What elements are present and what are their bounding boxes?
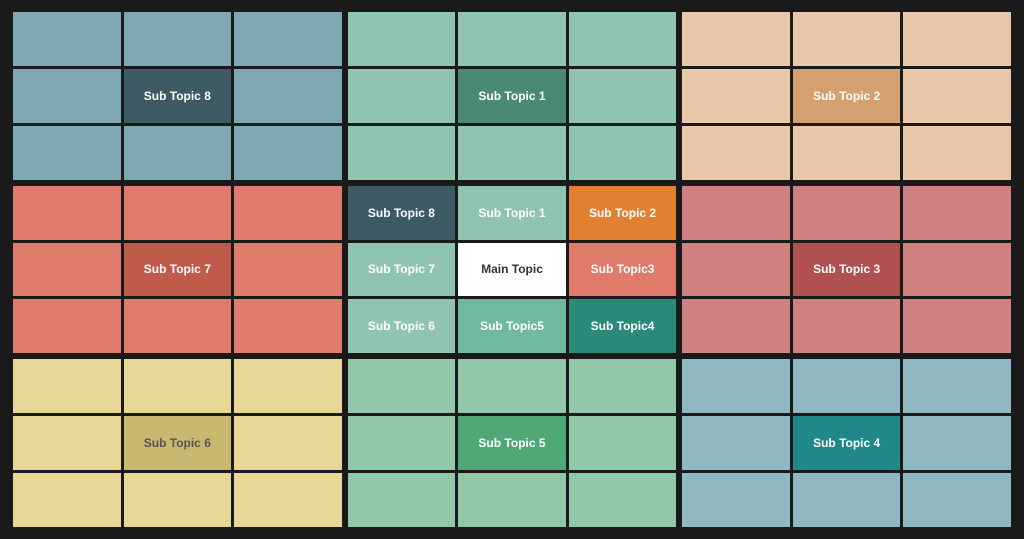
cell (234, 416, 342, 470)
cell (569, 473, 677, 527)
sub-topic-8-label: Sub Topic 8 (124, 69, 232, 123)
cell (234, 299, 342, 353)
cell (13, 473, 121, 527)
cell (348, 69, 456, 123)
cell (124, 299, 232, 353)
cell (903, 243, 1011, 297)
cell (903, 12, 1011, 66)
mc-sub7: Sub Topic 7 (348, 243, 456, 297)
cell (124, 12, 232, 66)
cell (793, 12, 901, 66)
section-sub-topic-5: Sub Topic 5 (348, 359, 677, 527)
cell (569, 12, 677, 66)
mc-sub1: Sub Topic 1 (458, 186, 566, 240)
section-sub-topic-7: Sub Topic 7 (13, 186, 342, 354)
cell (458, 126, 566, 180)
section-sub-topic-3: Sub Topic 3 (682, 186, 1011, 354)
cell (682, 126, 790, 180)
sub-topic-1-label: Sub Topic 1 (458, 69, 566, 123)
mc-sub6: Sub Topic 6 (348, 299, 456, 353)
cell (124, 473, 232, 527)
cell (348, 126, 456, 180)
cell (903, 299, 1011, 353)
section-sub-topic-6: Sub Topic 6 (13, 359, 342, 527)
cell (348, 473, 456, 527)
cell (348, 359, 456, 413)
cell (13, 12, 121, 66)
cell (569, 359, 677, 413)
cell (903, 473, 1011, 527)
section-sub-topic-1: Sub Topic 1 (348, 12, 677, 180)
cell (682, 243, 790, 297)
cell (124, 359, 232, 413)
cell (682, 12, 790, 66)
cell (793, 186, 901, 240)
cell (569, 69, 677, 123)
cell (458, 473, 566, 527)
cell (569, 126, 677, 180)
cell (13, 69, 121, 123)
sub-topic-2-label: Sub Topic 2 (793, 69, 901, 123)
mc-sub8: Sub Topic 8 (348, 186, 456, 240)
cell (348, 416, 456, 470)
mc-sub4: Sub Topic4 (569, 299, 677, 353)
cell (13, 416, 121, 470)
cell (13, 299, 121, 353)
cell (234, 473, 342, 527)
sub-topic-3-label: Sub Topic 3 (793, 243, 901, 297)
cell (234, 12, 342, 66)
cell (903, 126, 1011, 180)
cell (234, 69, 342, 123)
cell (793, 359, 901, 413)
cell (13, 243, 121, 297)
cell (793, 126, 901, 180)
cell (903, 69, 1011, 123)
section-sub-topic-8: Sub Topic 8 (13, 12, 342, 180)
cell (682, 473, 790, 527)
cell (234, 186, 342, 240)
mc-sub2: Sub Topic 2 (569, 186, 677, 240)
cell (903, 359, 1011, 413)
cell (458, 359, 566, 413)
cell (569, 416, 677, 470)
cell (13, 126, 121, 180)
cell (234, 126, 342, 180)
cell (682, 299, 790, 353)
cell (903, 416, 1011, 470)
cell (458, 12, 566, 66)
cell (234, 359, 342, 413)
sub-topic-7-label: Sub Topic 7 (124, 243, 232, 297)
cell (13, 359, 121, 413)
mind-map-grid: Sub Topic 8 Sub Topic 1 Sub Topic 2 Su (7, 6, 1017, 533)
cell (124, 186, 232, 240)
cell (348, 12, 456, 66)
cell (682, 186, 790, 240)
mc-sub5: Sub Topic5 (458, 299, 566, 353)
cell (793, 473, 901, 527)
section-sub-topic-4: Sub Topic 4 (682, 359, 1011, 527)
cell (124, 126, 232, 180)
section-main-topic: Sub Topic 8 Sub Topic 1 Sub Topic 2 Sub … (348, 186, 677, 354)
cell (793, 299, 901, 353)
cell (13, 186, 121, 240)
mc-sub3: Sub Topic3 (569, 243, 677, 297)
sub-topic-4-label: Sub Topic 4 (793, 416, 901, 470)
mc-main: Main Topic (458, 243, 566, 297)
sub-topic-5-label: Sub Topic 5 (458, 416, 566, 470)
cell (234, 243, 342, 297)
cell (903, 186, 1011, 240)
cell (682, 359, 790, 413)
sub-topic-6-label: Sub Topic 6 (124, 416, 232, 470)
section-sub-topic-2: Sub Topic 2 (682, 12, 1011, 180)
cell (682, 416, 790, 470)
cell (682, 69, 790, 123)
